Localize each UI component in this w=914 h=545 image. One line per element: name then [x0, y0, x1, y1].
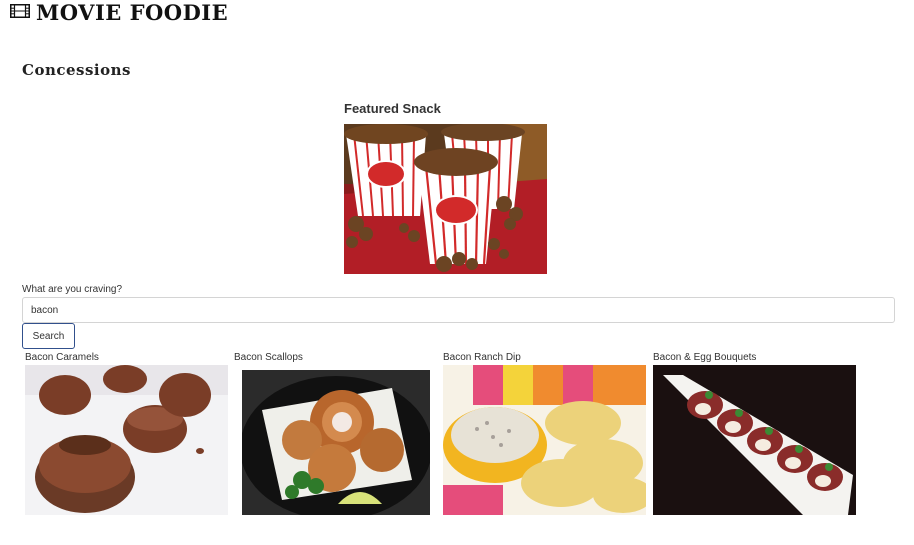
search-input[interactable]	[22, 297, 895, 323]
result-image[interactable]	[25, 365, 228, 515]
page-title: Concessions	[22, 61, 131, 79]
app-title: MOVIE FOODIE	[36, 0, 229, 25]
result-image[interactable]	[443, 365, 646, 515]
result-title[interactable]: Bacon Ranch Dip	[443, 352, 521, 363]
result-title[interactable]: Bacon Scallops	[234, 352, 303, 363]
film-icon	[10, 3, 30, 22]
result-image[interactable]	[242, 370, 430, 515]
featured-snack-label: Featured Snack	[344, 101, 441, 116]
featured-snack-image[interactable]	[344, 124, 547, 274]
search-button[interactable]: Search	[22, 323, 75, 349]
result-title[interactable]: Bacon Caramels	[25, 352, 99, 363]
result-image[interactable]	[653, 365, 856, 515]
search-label: What are you craving?	[22, 284, 123, 295]
brand[interactable]: MOVIE FOODIE	[10, 0, 229, 25]
result-title[interactable]: Bacon & Egg Bouquets	[653, 352, 756, 363]
